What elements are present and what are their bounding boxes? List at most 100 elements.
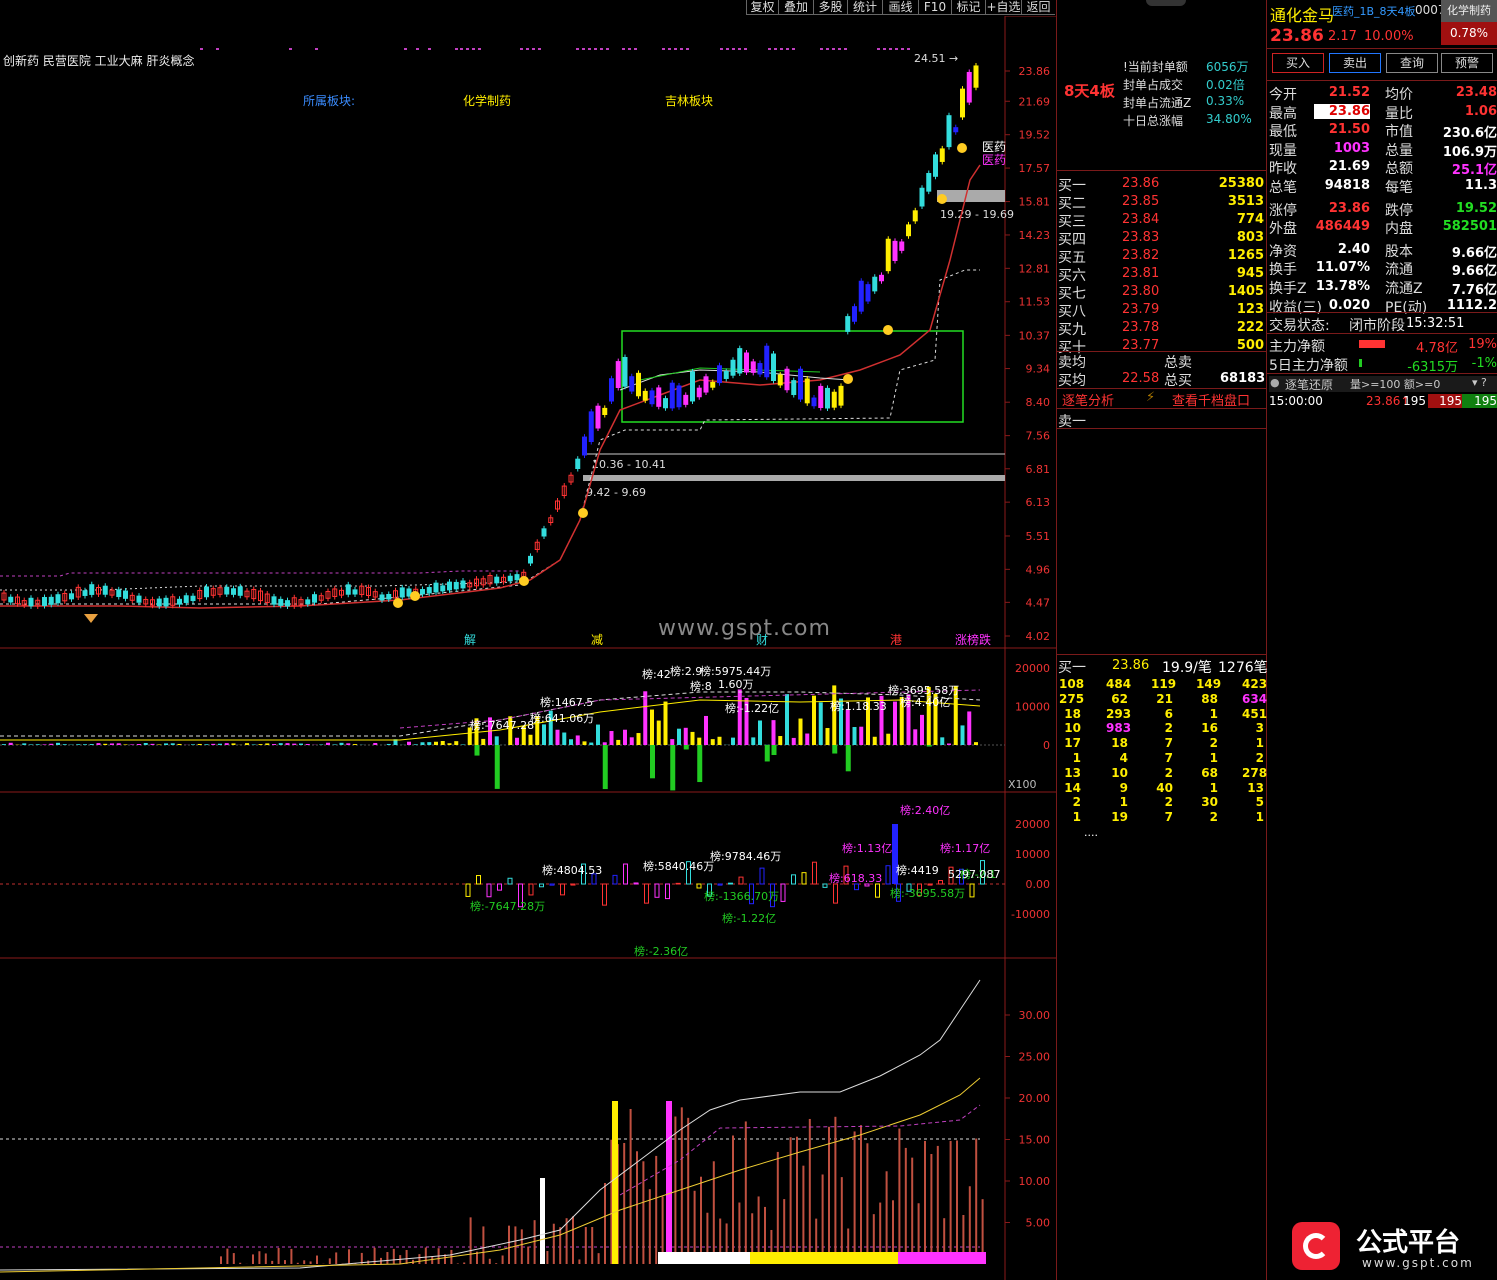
stat-label: 市值 [1385, 124, 1413, 141]
candle-body [960, 88, 965, 118]
toolbar-8[interactable]: 返回 [1021, 0, 1055, 15]
volume-bar [29, 744, 33, 745]
sub1-axis-label: 0 [1043, 739, 1050, 752]
turnover-bar [533, 1220, 536, 1264]
candle-body [136, 595, 142, 603]
queue-cell: 68 [1201, 765, 1218, 780]
flow-bar [885, 865, 891, 885]
tick-restore-icon[interactable]: ● [1270, 376, 1280, 389]
turnover-bar [911, 1157, 914, 1264]
candle-body [717, 365, 722, 384]
turnover-bar [975, 1138, 978, 1264]
candle-body [204, 586, 209, 598]
sell-button[interactable]: 卖出 [1329, 53, 1381, 73]
sector-chem[interactable]: 化学制药 [463, 92, 511, 109]
turnover-bar [514, 1226, 517, 1264]
seal-key: !当前封单额 [1123, 60, 1188, 74]
toolbar-6[interactable]: 标记 [951, 0, 985, 15]
volume-bar [461, 744, 465, 745]
candle-body [69, 593, 74, 600]
price-axis-label: 4.47 [1026, 596, 1051, 609]
turnover-bar [277, 1248, 280, 1264]
filter-icon[interactable]: ▾ ? [1472, 376, 1487, 389]
bid-price: 23.83 [1122, 230, 1160, 245]
toolbar-0[interactable]: 复权 [746, 0, 778, 15]
volume-bar [35, 744, 40, 745]
candle-body [55, 594, 61, 604]
queue-more: .... [1084, 826, 1098, 839]
queue-cell: 2 [1164, 721, 1173, 736]
toolbar-2[interactable]: 多股 [813, 0, 847, 15]
buy-button[interactable]: 买入 [1272, 53, 1324, 73]
stat-label: 流通 [1385, 262, 1413, 279]
stat-label: 净资 [1269, 243, 1297, 260]
volume-bar [737, 689, 742, 745]
stat-label: 今开 [1269, 87, 1297, 103]
sub3-axis-label: 10.00 [1019, 1175, 1051, 1188]
volume-neg-bar [602, 745, 608, 790]
toolbar-1[interactable]: 叠加 [778, 0, 813, 15]
flow-bar [738, 876, 744, 885]
flow-bar [812, 861, 817, 885]
toolbar-5[interactable]: F10 [918, 0, 951, 15]
stat-label: 均价 [1385, 87, 1413, 103]
volume-bar [150, 743, 155, 745]
stat-label: 最低 [1269, 124, 1297, 141]
sector-jilin[interactable]: 吉林板块 [665, 92, 713, 109]
queue-cell: 6 [1164, 706, 1173, 721]
candle-body [399, 587, 405, 598]
top-dot [455, 48, 458, 50]
sub3-line-yellow [0, 1077, 981, 1273]
queue-cell: 423 [1242, 677, 1268, 691]
sub1-axis-label: 10000 [1015, 701, 1050, 714]
candle-body [872, 276, 878, 292]
queue-cell: 278 [1242, 765, 1268, 780]
price-change: 2.17 [1328, 29, 1357, 44]
stock-tag[interactable]: 医药_1B_8天4板 [1332, 3, 1416, 19]
volume-bar [177, 743, 182, 745]
top-dot [416, 48, 419, 50]
turnover-bar [488, 1258, 491, 1264]
toolbar-7[interactable]: +自选 [985, 0, 1021, 15]
top-dot [289, 48, 292, 50]
queue-cell: 1 [1209, 751, 1218, 765]
toolbar-3[interactable]: 统计 [847, 0, 882, 15]
turnover-bar [591, 1227, 594, 1264]
tab-depth[interactable]: 查看千档盘口 [1172, 390, 1250, 409]
tick-header[interactable]: 逐笔还原 [1285, 376, 1333, 393]
volume-bar [62, 744, 67, 745]
candle-body [420, 589, 425, 595]
volume-bar [272, 744, 276, 745]
candle-body [791, 380, 797, 396]
candle-body [642, 390, 648, 401]
alert-button[interactable]: 预警 [1441, 53, 1493, 73]
sub1-label: 榜:641.06万 [530, 711, 594, 725]
turnover-bar [572, 1216, 574, 1264]
industry-badge[interactable]: 化学制药 [1441, 0, 1497, 22]
volume-bar [339, 742, 344, 745]
candle-body [899, 241, 905, 251]
volume-bar [454, 741, 459, 745]
toolbar-4[interactable]: 画线 [882, 0, 918, 15]
top-dot [538, 48, 541, 50]
volume-bar [845, 709, 850, 745]
turnover-bar [520, 1229, 523, 1264]
tick-sell: 195 [1462, 394, 1497, 408]
candle-body [750, 361, 756, 373]
candle-body [541, 528, 547, 537]
sub2-label: 榜:1.13亿 [842, 841, 892, 855]
kline-chart[interactable]: 23.86 21.69 19.52 17.57 15.81 14.23 12.81 11.53… [0, 16, 1056, 1280]
scroll-handle[interactable] [1146, 0, 1186, 6]
turnover-bar [636, 1151, 638, 1264]
bid-volume: 3513 [1227, 194, 1264, 209]
tick-filter[interactable]: 量>=100 额>=0 [1350, 376, 1440, 392]
tab-tick-analysis[interactable]: 逐笔分析 [1062, 390, 1114, 409]
top-dot [877, 48, 880, 50]
turnover-bar [712, 1161, 715, 1264]
top-dot [889, 48, 892, 50]
price-axis-label: 14.23 [1019, 229, 1051, 242]
volume-bar [49, 743, 54, 745]
query-button[interactable]: 查询 [1386, 53, 1438, 73]
queue-cell: 2 [1164, 765, 1173, 780]
volume-bar [42, 744, 47, 745]
